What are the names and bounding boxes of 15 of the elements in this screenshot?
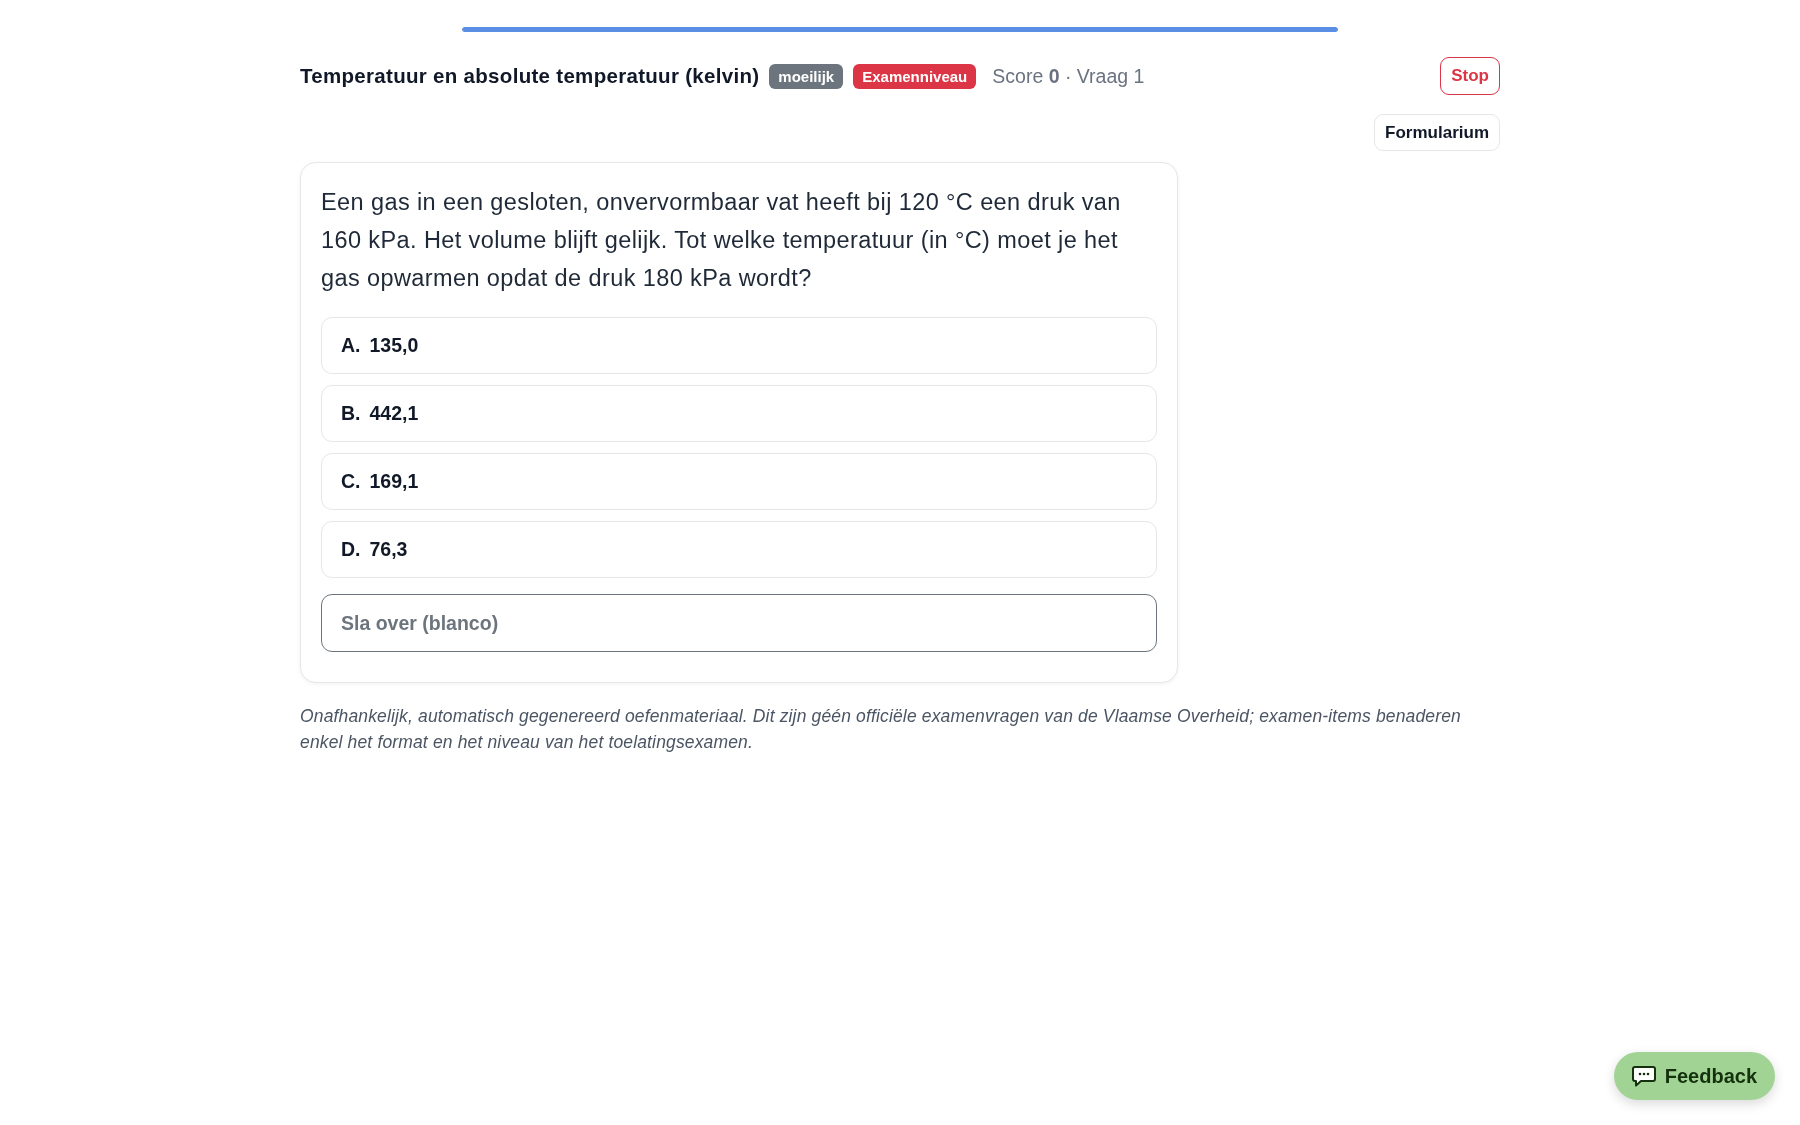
- answer-option[interactable]: C. 169,1: [321, 453, 1157, 510]
- level-badge: Examenniveau: [853, 63, 977, 89]
- answer-option[interactable]: A. 135,0: [321, 317, 1157, 374]
- stop-button[interactable]: Stop: [1440, 57, 1500, 95]
- chat-bubble-icon: [1631, 1065, 1656, 1087]
- answer-option[interactable]: D. 76,3: [321, 521, 1157, 578]
- answer-option[interactable]: B. 442,1: [321, 385, 1157, 442]
- quiz-title: Temperatuur en absolute temperatuur (kelvin): [300, 64, 760, 88]
- formularium-button[interactable]: Formularium: [1374, 114, 1500, 151]
- question-text: Een gas in een gesloten, onvervormbaar vat heeft bij 120 °C een druk van 160 kPa. Het volume blijft gelijk. Tot welke temperatuur (in °C) moet je het gas opwarmen opdat de druk 180 kPa wordt?: [321, 188, 1122, 293]
- level-badge: moeilijk: [769, 63, 844, 89]
- feedback-button[interactable]: Feedback: [1613, 1052, 1775, 1100]
- score-text: Score 0 · Vraag 1: [992, 64, 1145, 88]
- disclaimer-text: Onafhankelijk, automatisch gegenereerd oefenmateriaal. Dit zijn géén officiële examenvragen van de Vlaamse Overheid; examen-items benaderen enkel het format en het niveau van het toelatingsexamen.: [300, 705, 1462, 754]
- skip-button[interactable]: Sla over (blanco): [321, 594, 1157, 652]
